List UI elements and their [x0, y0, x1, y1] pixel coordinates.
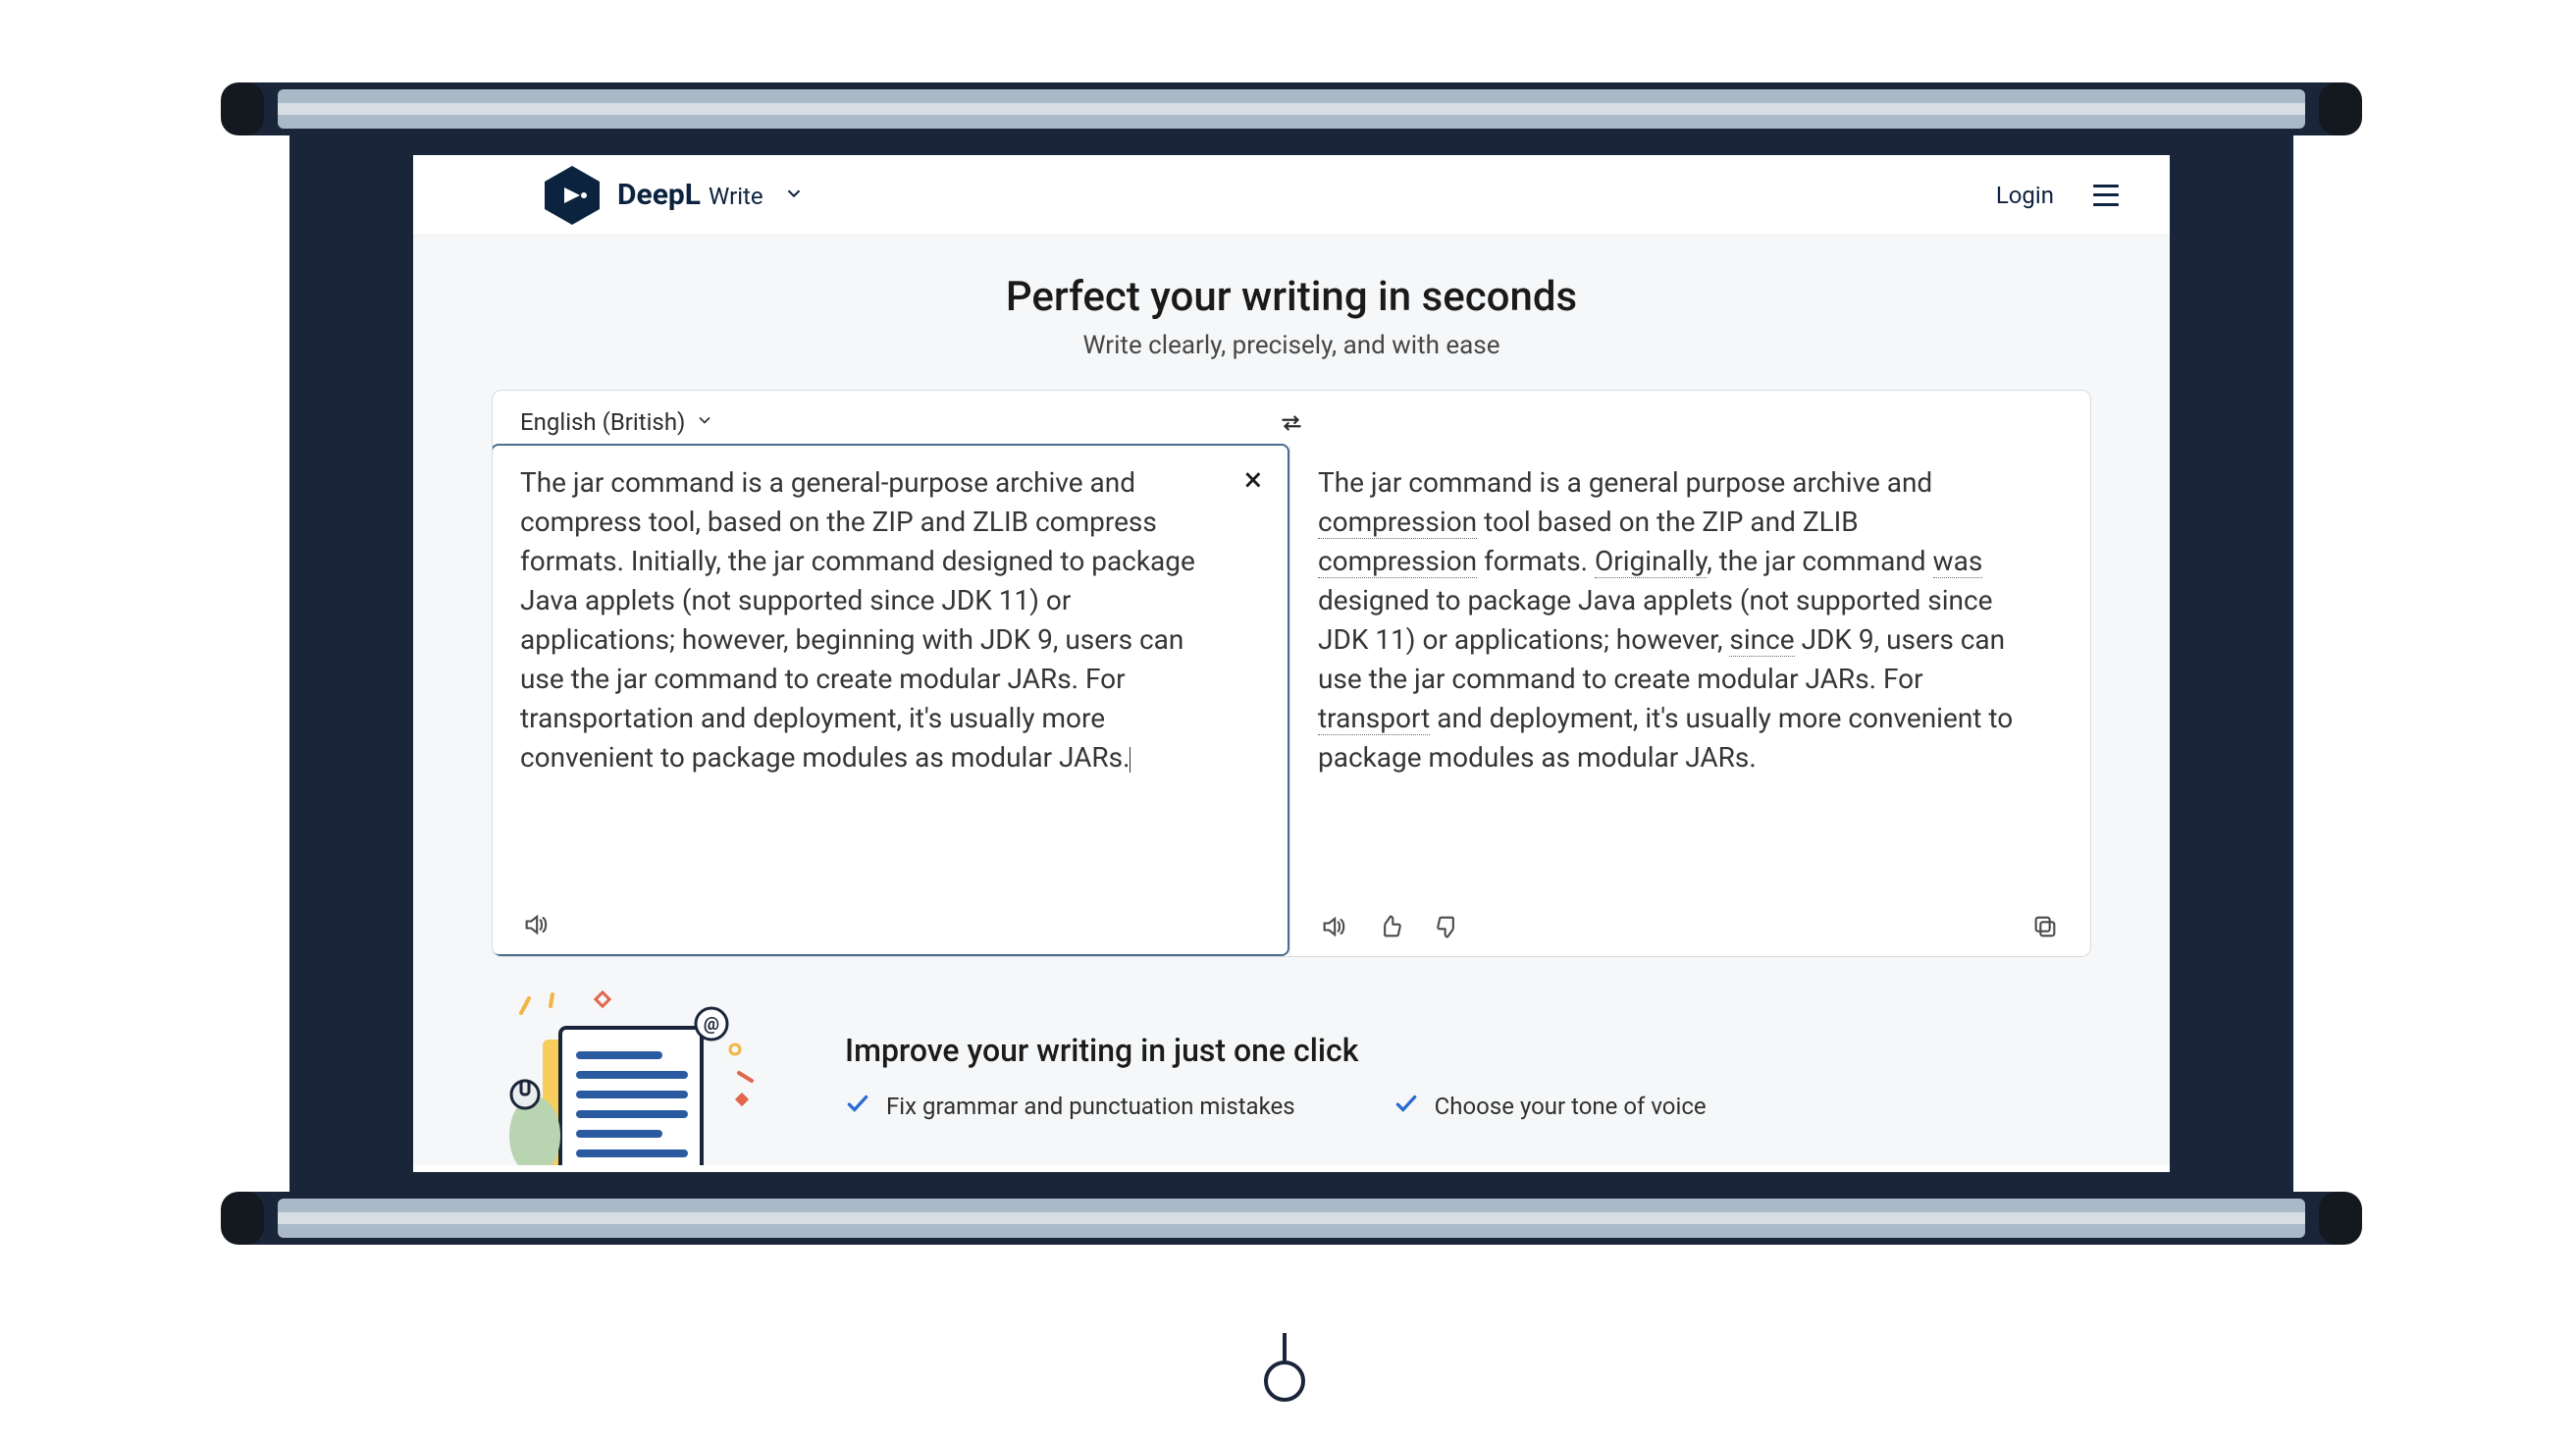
brand-name: DeepL — [617, 178, 701, 212]
editor-card: English (British) — [492, 390, 2091, 957]
speaker-icon[interactable] — [520, 909, 552, 940]
output-segment: , the jar command — [1707, 545, 1932, 577]
speaker-icon[interactable] — [1318, 911, 1349, 942]
suggested-word[interactable]: transport — [1318, 702, 1430, 735]
suggested-word[interactable]: Originally — [1595, 545, 1707, 578]
app-header: DeepL Write Login — [413, 155, 2170, 236]
output-segment: The jar command is a general purpose arc… — [1318, 466, 1932, 499]
deepl-logo-icon — [541, 164, 604, 227]
suggested-word[interactable]: since — [1729, 623, 1794, 657]
chevron-down-icon — [783, 183, 805, 208]
promo-title: Improve your writing in just one click — [845, 1032, 2091, 1069]
svg-text:@: @ — [704, 1014, 719, 1035]
swap-button[interactable] — [1279, 410, 1304, 440]
frame-top — [221, 82, 2362, 135]
hero-subtitle: Write clearly, precisely, and with ease — [413, 331, 2170, 360]
output-pane: The jar command is a general purpose arc… — [1289, 446, 2088, 956]
output-segment: formats. — [1477, 545, 1595, 577]
thumb-up-icon[interactable] — [1375, 911, 1406, 942]
language-label: English (British) — [520, 408, 685, 436]
suggested-word[interactable]: was — [1933, 545, 1983, 578]
promo-item: Choose your tone of voice — [1393, 1091, 1707, 1122]
product-name: Write — [709, 183, 763, 210]
promo-item-label: Fix grammar and punctuation mistakes — [886, 1093, 1295, 1120]
app-window: DeepL Write Login — [413, 155, 2170, 1172]
chevron-down-icon — [695, 408, 714, 436]
check-icon — [845, 1091, 870, 1122]
login-link[interactable]: Login — [1996, 182, 2054, 209]
clear-input-button[interactable]: × — [1244, 463, 1262, 497]
promo-section: @ Improve your writing in just one click… — [492, 989, 2091, 1165]
suggested-word[interactable]: compression — [1318, 506, 1477, 539]
promo-item: Fix grammar and punctuation mistakes — [845, 1091, 1295, 1122]
hero-title: Perfect your writing in seconds — [413, 273, 2170, 321]
promo-item-label: Choose your tone of voice — [1435, 1093, 1707, 1120]
hero: Perfect your writing in seconds Write cl… — [413, 236, 2170, 390]
input-text[interactable]: The jar command is a general-purpose arc… — [520, 463, 1260, 895]
projector-frame: DeepL Write Login — [221, 82, 2362, 1245]
check-icon — [1393, 1091, 1419, 1122]
projector-pull — [1264, 1333, 1305, 1402]
output-segment: tool based on the ZIP and ZLIB — [1477, 506, 1859, 538]
copy-icon[interactable] — [2029, 911, 2061, 942]
promo-illustration: @ — [492, 989, 786, 1165]
frame-bottom — [221, 1192, 2362, 1245]
output-text: The jar command is a general purpose arc… — [1318, 463, 2061, 897]
suggested-word[interactable]: compression — [1318, 545, 1477, 578]
language-selector[interactable]: English (British) — [520, 408, 714, 436]
menu-button[interactable] — [2093, 185, 2123, 206]
input-pane[interactable]: × The jar command is a general-purpose a… — [492, 444, 1289, 956]
brand-selector[interactable]: DeepL Write — [541, 164, 805, 227]
thumb-down-icon[interactable] — [1432, 911, 1463, 942]
